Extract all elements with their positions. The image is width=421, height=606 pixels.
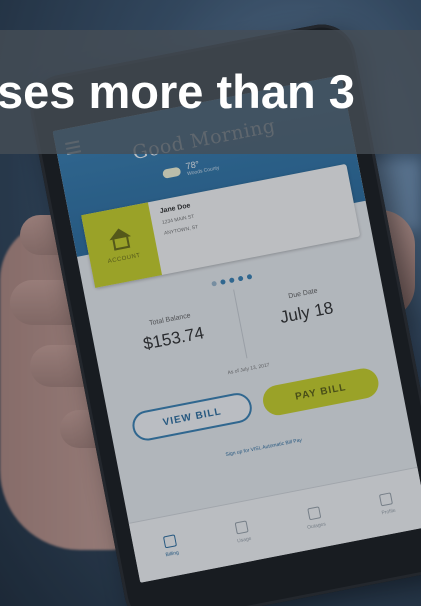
caption-text: ses more than 3 xyxy=(0,65,355,118)
tab-label: Billing xyxy=(165,549,180,559)
tab-label: Outages xyxy=(306,521,327,531)
tab-bar: Billing Usage Outages Profile xyxy=(128,466,421,583)
usage-icon xyxy=(234,520,249,535)
profile-icon xyxy=(379,492,394,507)
caption-banner: ses more than 3 xyxy=(0,30,421,154)
due-date-value: July 18 xyxy=(278,298,335,328)
cloud-icon xyxy=(161,166,182,179)
tab-label: Usage xyxy=(236,535,253,545)
account-address-line: ANYTOWN, ST xyxy=(163,224,199,237)
tab-usage[interactable]: Usage xyxy=(201,496,285,569)
account-tile-label: ACCOUNT xyxy=(107,252,142,265)
account-name: Jane Doe xyxy=(159,202,192,216)
account-address-line: 1234 MAIN ST xyxy=(161,213,195,226)
tab-billing[interactable]: Billing xyxy=(129,510,213,583)
house-icon xyxy=(106,226,136,253)
tab-profile[interactable]: Profile xyxy=(345,468,421,541)
weather: 78° Woods County xyxy=(161,156,220,182)
tab-label: Profile xyxy=(381,507,397,517)
outages-icon xyxy=(307,506,322,521)
balance-value: $153.74 xyxy=(141,323,206,354)
pay-bill-button[interactable]: PAY BILL xyxy=(260,365,382,418)
billing-icon xyxy=(162,534,177,549)
view-bill-button[interactable]: VIEW BILL xyxy=(129,390,255,444)
tab-outages[interactable]: Outages xyxy=(273,482,357,555)
